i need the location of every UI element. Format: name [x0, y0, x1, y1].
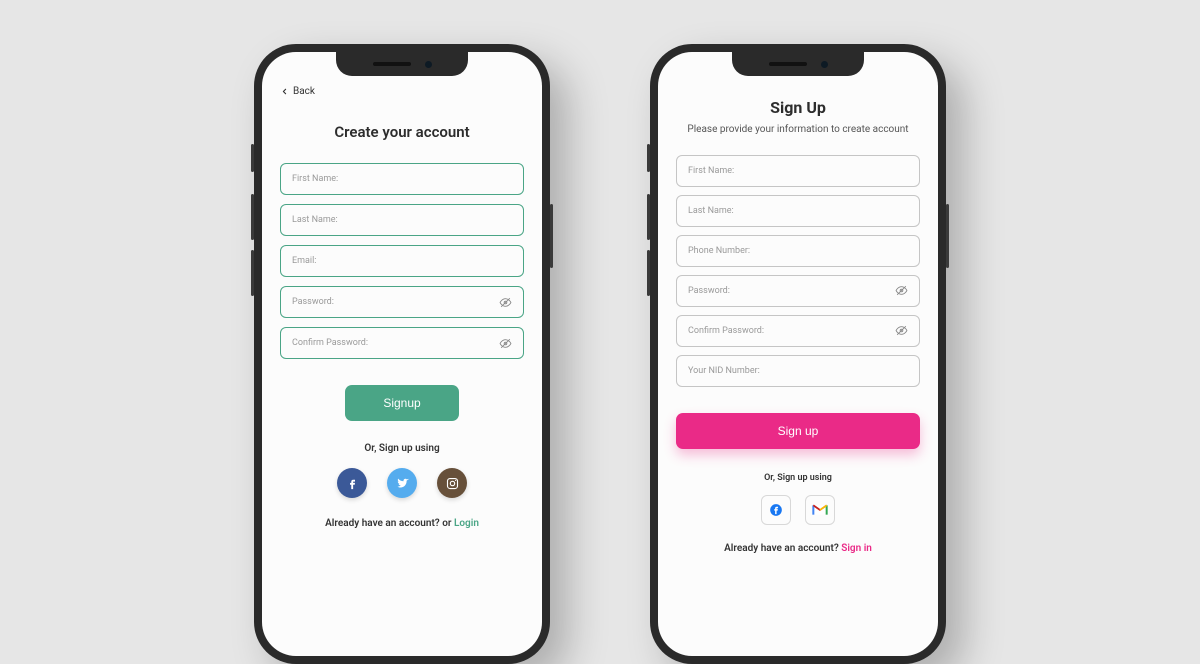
- phone-button: [647, 194, 650, 240]
- chevron-left-icon: [280, 87, 289, 96]
- phone-notch: [336, 52, 468, 76]
- eye-off-icon[interactable]: [895, 284, 908, 297]
- phone-number-placeholder: Phone Number:: [688, 246, 750, 256]
- phone-button: [251, 144, 254, 172]
- facebook-icon[interactable]: [761, 495, 791, 525]
- nid-number-placeholder: Your NID Number:: [688, 366, 760, 376]
- confirm-password-field[interactable]: Confirm Password:: [280, 327, 524, 359]
- last-name-placeholder: Last Name:: [688, 206, 734, 216]
- signup-button[interactable]: Signup: [345, 385, 459, 421]
- page-subtitle: Please provide your information to creat…: [676, 123, 920, 137]
- footer-prefix: Already have an account?: [724, 543, 841, 554]
- last-name-field[interactable]: Last Name:: [280, 204, 524, 236]
- first-name-placeholder: First Name:: [688, 166, 734, 176]
- confirm-password-placeholder: Confirm Password:: [688, 326, 764, 336]
- nid-number-field[interactable]: Your NID Number:: [676, 355, 920, 387]
- phone-button: [647, 144, 650, 172]
- last-name-placeholder: Last Name:: [292, 215, 338, 225]
- password-field[interactable]: Password:: [676, 275, 920, 307]
- back-button[interactable]: Back: [280, 86, 524, 97]
- phone-button: [550, 204, 553, 268]
- footer-text: Already have an account? Sign in: [676, 543, 920, 554]
- gmail-icon[interactable]: [805, 495, 835, 525]
- confirm-password-field[interactable]: Confirm Password:: [676, 315, 920, 347]
- email-placeholder: Email:: [292, 256, 316, 266]
- facebook-icon[interactable]: [337, 468, 367, 498]
- password-field[interactable]: Password:: [280, 286, 524, 318]
- alt-signup-label: Or, Sign up using: [676, 473, 920, 483]
- login-link[interactable]: Login: [454, 518, 479, 529]
- first-name-field[interactable]: First Name:: [280, 163, 524, 195]
- page-title: Create your account: [280, 123, 524, 141]
- alt-signup-label: Or, Sign up using: [280, 443, 524, 454]
- first-name-placeholder: First Name:: [292, 174, 338, 184]
- instagram-icon[interactable]: [437, 468, 467, 498]
- phone-notch: [732, 52, 864, 76]
- signup-button[interactable]: Sign up: [676, 413, 920, 449]
- footer-prefix: Already have an account? or: [325, 518, 454, 529]
- first-name-field[interactable]: First Name:: [676, 155, 920, 187]
- password-placeholder: Password:: [292, 297, 334, 307]
- last-name-field[interactable]: Last Name:: [676, 195, 920, 227]
- signin-link[interactable]: Sign in: [841, 543, 872, 554]
- phone-number-field[interactable]: Phone Number:: [676, 235, 920, 267]
- phone-button: [251, 250, 254, 296]
- phone-frame-left: Back Create your account First Name: Las…: [254, 44, 550, 664]
- eye-off-icon[interactable]: [499, 337, 512, 350]
- password-placeholder: Password:: [688, 286, 730, 296]
- page-title: Sign Up: [676, 98, 920, 117]
- phone-button: [251, 194, 254, 240]
- email-field[interactable]: Email:: [280, 245, 524, 277]
- eye-off-icon[interactable]: [895, 324, 908, 337]
- footer-text: Already have an account? or Login: [280, 518, 524, 529]
- phone-frame-right: Sign Up Please provide your information …: [650, 44, 946, 664]
- phone-button: [946, 204, 949, 268]
- eye-off-icon[interactable]: [499, 296, 512, 309]
- phone-button: [647, 250, 650, 296]
- confirm-password-placeholder: Confirm Password:: [292, 338, 368, 348]
- twitter-icon[interactable]: [387, 468, 417, 498]
- back-label: Back: [293, 86, 315, 97]
